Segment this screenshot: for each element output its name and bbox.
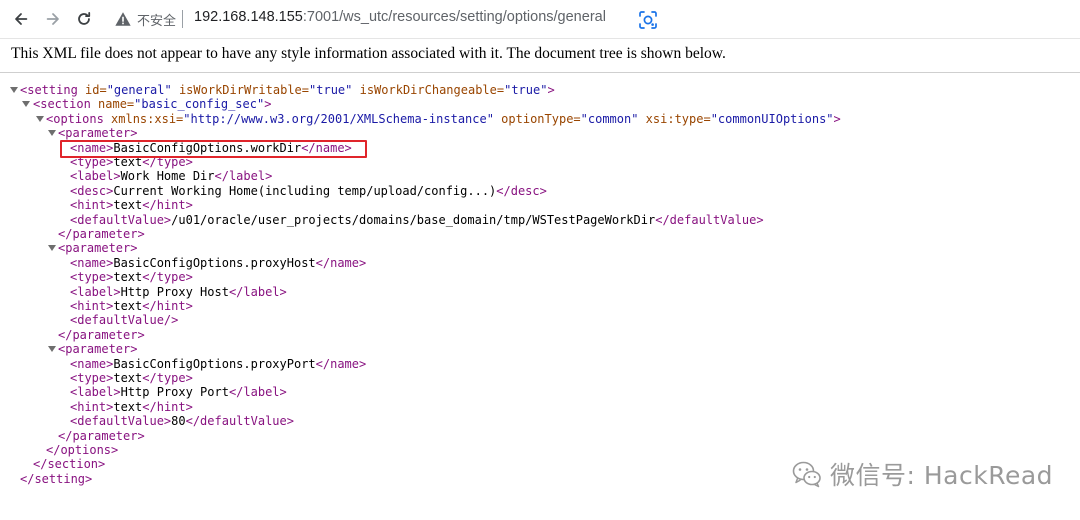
forward-button[interactable] bbox=[40, 6, 66, 32]
xml-parameter-close: </parameter> bbox=[58, 327, 145, 342]
xml-param-hint: <hint>text</hint> bbox=[70, 299, 193, 313]
xml-param-label: <label>Work Home Dir</label> bbox=[70, 169, 273, 184]
reload-button[interactable] bbox=[71, 6, 97, 32]
xml-param-name: <name>BasicConfigOptions.proxyHost</name… bbox=[70, 255, 367, 270]
watermark-text: 微信号: HackRead bbox=[830, 461, 1054, 490]
collapse-toggle-icon[interactable] bbox=[48, 244, 56, 252]
url-separator bbox=[182, 10, 183, 28]
address-bar[interactable]: 192.168.148.155:7001/ws_utc/resources/se… bbox=[194, 9, 606, 25]
xml-setting-close: </setting> bbox=[20, 471, 93, 486]
browser-toolbar: 不安全 192.168.148.155:7001/ws_utc/resource… bbox=[0, 0, 1080, 39]
xml-param-default-value: <defaultValue>80</defaultValue> bbox=[70, 414, 294, 429]
xml-param-type: <type>text</type> bbox=[70, 270, 193, 285]
xml-param-hint: <hint>text</hint> bbox=[70, 399, 193, 414]
xml-param-type: <type>text</type> bbox=[70, 371, 193, 385]
xml-param-desc: <desc>Current Working Home(including tem… bbox=[70, 183, 547, 198]
xml-parameter-open: <parameter> bbox=[58, 241, 138, 256]
back-button[interactable] bbox=[8, 6, 34, 32]
xml-parameter-open: <parameter> bbox=[58, 126, 138, 141]
wechat-icon bbox=[792, 461, 821, 488]
xml-setting-open: <setting id="general" isWorkDirWritable=… bbox=[20, 83, 555, 97]
xml-info-banner: This XML file does not appear to have an… bbox=[0, 38, 1080, 73]
arrow-right-icon bbox=[46, 13, 59, 25]
reload-icon bbox=[78, 11, 91, 25]
collapse-toggle-icon[interactable] bbox=[22, 100, 30, 108]
xml-param-name: <name>BasicConfigOptions.proxyPort</name… bbox=[70, 356, 367, 371]
xml-param-hint: <hint>text</hint> bbox=[70, 198, 193, 213]
collapse-toggle-icon[interactable] bbox=[48, 129, 56, 137]
url-host: 192.168.148.155 bbox=[194, 9, 303, 25]
url-path: :7001/ws_utc/resources/setting/options/g… bbox=[302, 9, 606, 25]
google-lens-icon[interactable] bbox=[637, 9, 659, 31]
xml-parameter-close: </parameter> bbox=[58, 428, 145, 443]
xml-section-close: </section> bbox=[33, 457, 106, 472]
security-label[interactable]: 不安全 bbox=[137, 10, 176, 29]
collapse-toggle-icon[interactable] bbox=[36, 115, 44, 123]
warning-icon[interactable] bbox=[114, 10, 132, 28]
xml-param-default-value: <defaultValue>/u01/oracle/user_projects/… bbox=[70, 212, 764, 227]
red-highlight-box bbox=[60, 140, 367, 158]
xml-section-open: <section name="basic_config_sec"> bbox=[33, 97, 272, 112]
xml-parameter-close: </parameter> bbox=[58, 227, 145, 241]
xml-param-default-value: <defaultValue/> bbox=[70, 313, 179, 328]
xml-param-label: <label>Http Proxy Port</label> bbox=[70, 385, 287, 400]
arrow-left-icon bbox=[15, 13, 28, 25]
xml-options-close: </options> bbox=[46, 443, 119, 457]
xml-options-open: <options xmlns:xsi="http://www.w3.org/20… bbox=[46, 111, 841, 126]
xml-param-label: <label>Http Proxy Host</label> bbox=[70, 284, 287, 299]
collapse-toggle-icon[interactable] bbox=[10, 86, 18, 94]
xml-parameter-open: <parameter> bbox=[58, 342, 138, 357]
wechat-watermark: 微信号: HackRead bbox=[792, 456, 1053, 492]
collapse-toggle-icon[interactable] bbox=[48, 345, 56, 353]
